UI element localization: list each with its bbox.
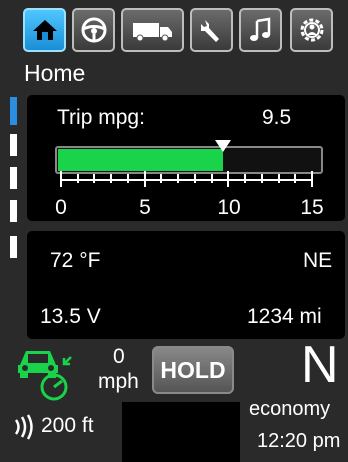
gauge-scale-tick	[177, 174, 179, 183]
cruise-speed-unit: mph	[98, 370, 139, 393]
gauge-scale-baseline	[61, 179, 312, 181]
blank-display-area	[122, 402, 240, 462]
gear-indicator: N	[301, 336, 339, 394]
gauge-scale-tick	[261, 174, 263, 183]
tab-home[interactable]	[23, 8, 66, 52]
gauge-scale-tick	[77, 174, 79, 183]
gauge-scale-tick	[278, 174, 280, 183]
tab-service[interactable]	[190, 8, 233, 52]
gauge-scale-tick	[211, 174, 213, 183]
adaptive-cruise-icon	[18, 351, 72, 401]
temperature-readout: 72 °F	[50, 249, 101, 272]
following-distance: 200 ft	[41, 414, 94, 437]
truck-icon	[132, 23, 172, 42]
music-note-icon	[249, 17, 270, 41]
gauge-scale-tick	[93, 174, 95, 183]
odometer: 1234 mi	[247, 305, 322, 328]
gauge-scale-tick	[194, 174, 196, 183]
tab-steering[interactable]	[72, 8, 115, 52]
trip-mpg-value: 9.5	[262, 106, 292, 129]
radar-signal-icon	[14, 414, 33, 440]
page-indicator	[10, 134, 17, 156]
gauge-scale-tick	[294, 174, 296, 183]
clock: 12:20 pm	[257, 430, 341, 452]
page-indicator-active	[10, 97, 17, 125]
trip-mpg-gauge-fill	[58, 149, 223, 171]
steering-wheel-icon	[81, 17, 106, 43]
page-indicator	[10, 236, 17, 258]
scale-label-0: 0	[55, 196, 67, 219]
hold-button[interactable]: HOLD	[152, 346, 234, 394]
tab-settings[interactable]	[290, 8, 333, 52]
home-icon	[32, 20, 57, 40]
gauge-scale-tick	[160, 174, 162, 183]
trip-mpg-label: Trip mpg:	[57, 106, 145, 129]
battery-voltage: 13.5 V	[40, 305, 101, 328]
gauge-scale-tick	[60, 171, 62, 187]
wrench-icon	[200, 20, 219, 42]
scale-label-10: 10	[217, 196, 241, 219]
scale-label-15: 15	[300, 196, 324, 219]
drive-mode: economy	[249, 398, 331, 420]
page-indicator	[10, 167, 17, 189]
page-title: Home	[24, 60, 86, 86]
gauge-scale-tick	[144, 171, 146, 187]
trip-mpg-gauge-marker	[215, 140, 231, 152]
gauge-scale-tick	[127, 174, 129, 183]
gauge-scale-tick	[110, 174, 112, 183]
tab-music[interactable]	[239, 8, 282, 52]
scale-label-5: 5	[139, 196, 151, 219]
page-indicator	[10, 200, 17, 222]
tab-truck[interactable]	[121, 8, 184, 52]
compass-heading: NE	[303, 249, 333, 272]
gauge-scale-tick	[227, 171, 229, 187]
cruise-speed-value: 0	[113, 345, 125, 368]
gauge-scale-tick	[311, 171, 313, 187]
gauge-scale-tick	[244, 174, 246, 183]
settings-gear-icon	[300, 18, 323, 42]
